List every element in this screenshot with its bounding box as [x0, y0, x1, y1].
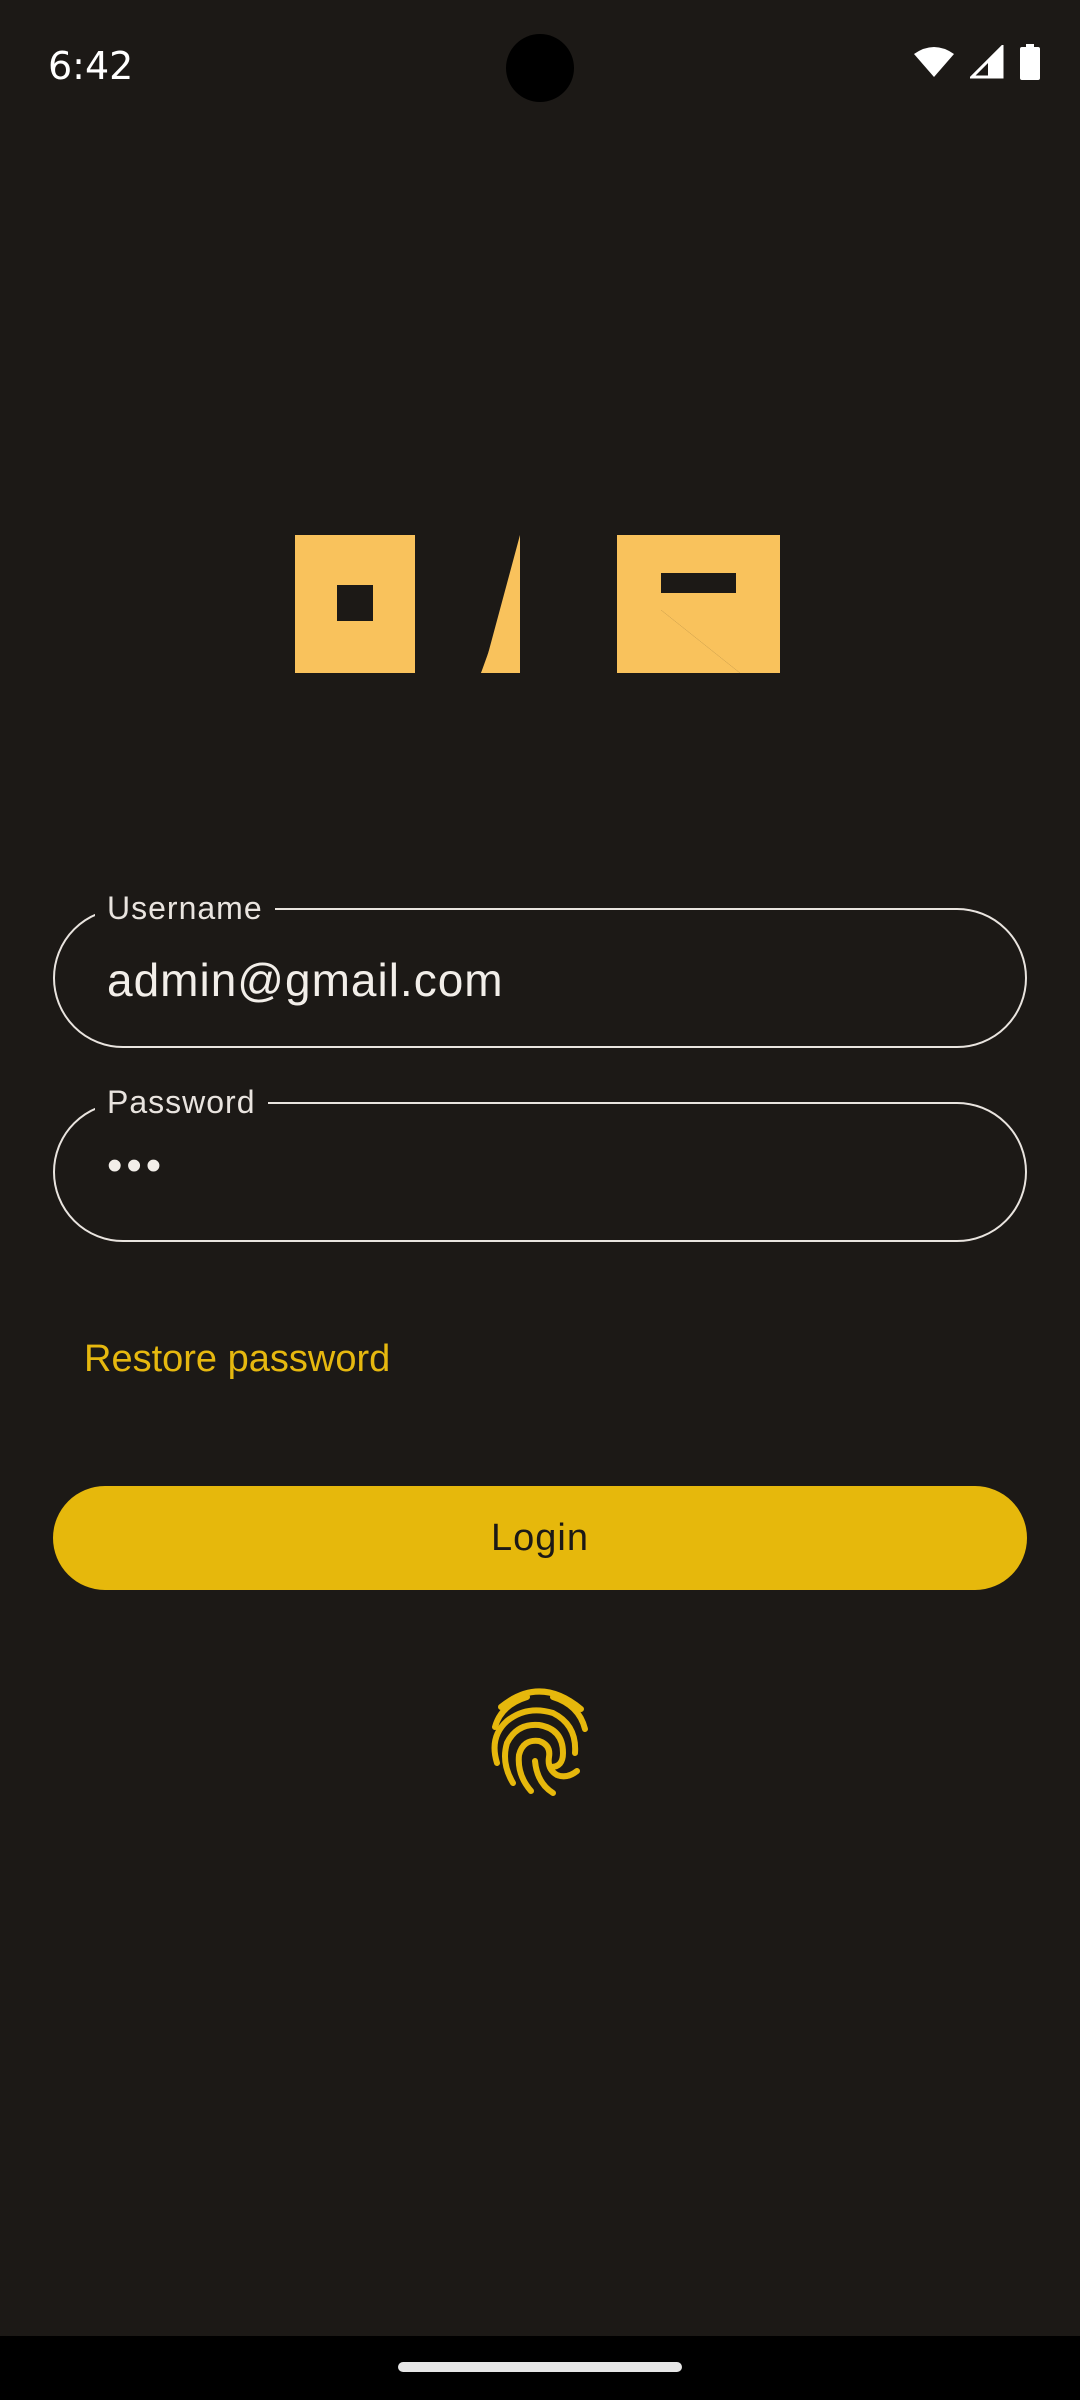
login-button-label: Login [491, 1516, 589, 1559]
wifi-icon [914, 46, 954, 78]
home-handle[interactable] [398, 2362, 682, 2372]
signal-icon [970, 45, 1004, 79]
status-bar: 6:42 [0, 0, 1080, 136]
username-field[interactable]: Username admin@gmail.com [53, 888, 1027, 1048]
password-field[interactable]: Password ••• [53, 1082, 1027, 1242]
password-input[interactable]: ••• [107, 1140, 165, 1192]
camera-cutout [506, 34, 574, 102]
username-label: Username [95, 888, 275, 928]
password-label: Password [95, 1082, 268, 1122]
app-logo [295, 535, 780, 673]
battery-icon [1020, 44, 1040, 80]
fingerprint-icon[interactable] [487, 1683, 593, 1799]
username-input[interactable]: admin@gmail.com [107, 954, 504, 1006]
status-icons [914, 44, 1040, 80]
login-screen: 6:42 Username admin@gmail.com Password •… [0, 0, 1080, 2400]
restore-password-link[interactable]: Restore password [84, 1336, 390, 1382]
login-button[interactable]: Login [53, 1486, 1027, 1590]
status-time: 6:42 [48, 44, 134, 88]
